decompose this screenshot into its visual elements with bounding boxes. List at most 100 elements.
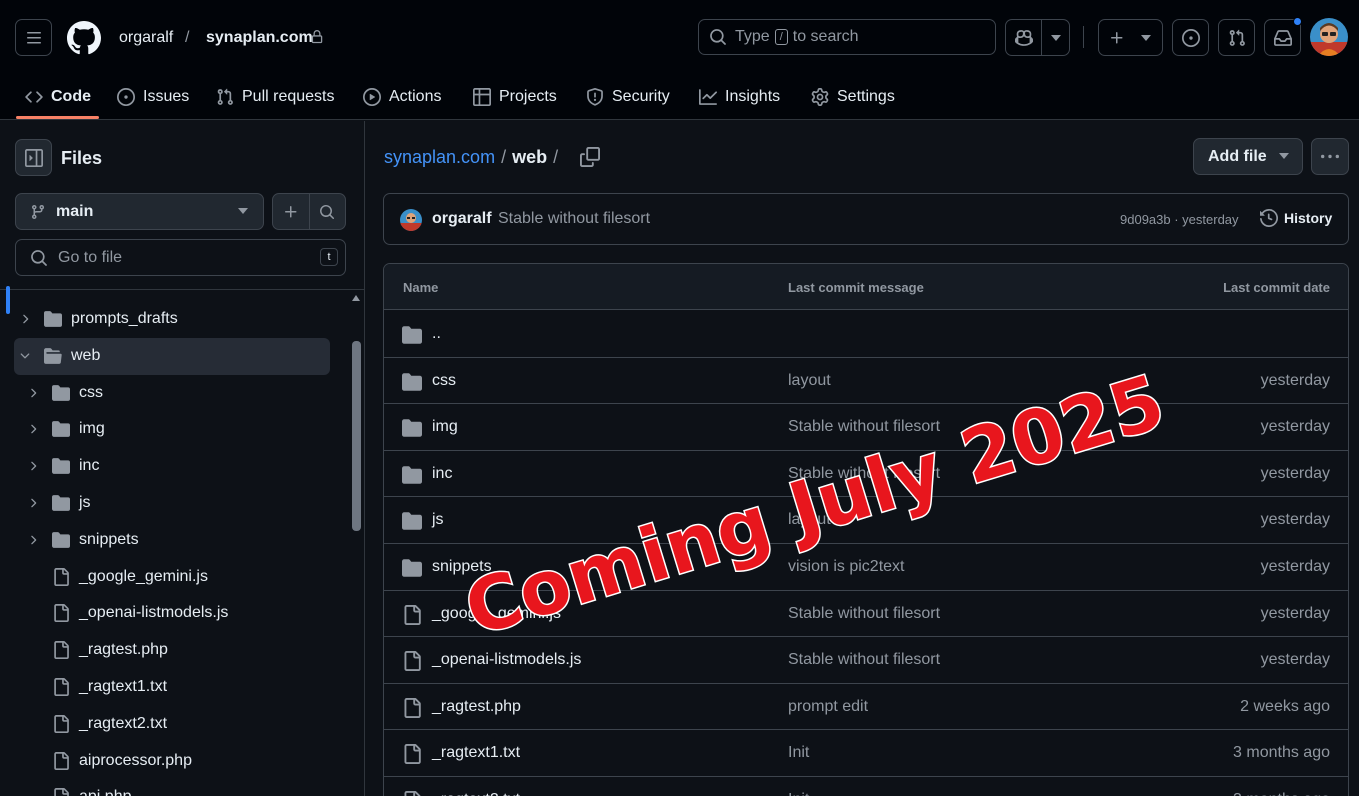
tree-folder-item[interactable]: img [0,411,340,448]
file-table-row[interactable]: .. [384,311,1348,358]
create-new-button[interactable] [1098,19,1163,56]
tree-file-item[interactable]: _ragtest.php [0,632,340,669]
file-table-row[interactable]: _openai-listmodels.js Stable without file… [384,637,1348,684]
file-name-link[interactable]: _google_gemini.js [432,605,561,623]
commit-message-link[interactable]: Stable without filesort [788,651,940,669]
tree-folder-item[interactable]: prompts_drafts [0,301,340,338]
commit-message-link[interactable]: vision is pic2text [788,558,905,576]
chevron-right-icon[interactable] [26,533,40,547]
inbox-icon [1273,29,1292,46]
tree-file-item[interactable]: aiprocessor.php [0,743,340,780]
tree-file-item[interactable]: _openai-listmodels.js [0,595,340,632]
collapse-sidebar-button[interactable] [15,139,52,176]
tree-folder-item[interactable]: inc [0,448,340,485]
branch-name: main [56,202,94,220]
breadcrumb-current-dir: web [512,147,548,167]
tree-file-item[interactable]: _google_gemini.js [0,559,340,596]
chevron-right-icon[interactable] [26,459,40,473]
commit-message-link[interactable]: layout [788,372,831,390]
tab-projects[interactable]: Projects [473,74,557,120]
latest-commit-box: orgaralf Stable without filesort 9d09a3b… [383,193,1349,245]
tab-security[interactable]: Security [586,74,670,120]
copilot-button[interactable] [1005,19,1070,56]
file-name-link[interactable]: _ragtext1.txt [432,744,520,762]
file-table-row[interactable]: inc Stable without filesort yesterday [384,451,1348,498]
tree-item-label: _ragtest.php [79,641,168,659]
commit-message-link[interactable]: Stable without filesort [788,465,940,483]
file-name-link[interactable]: img [432,418,458,436]
issue-opened-icon [1181,28,1200,47]
tree-folder-item[interactable]: snippets [0,522,340,559]
code-icon [25,91,43,103]
commit-message-link[interactable]: Stable without filesort [788,418,940,436]
tab-actions[interactable]: Actions [363,74,441,120]
branch-selector[interactable]: main [15,193,264,230]
tree-folder-item[interactable]: css [0,375,340,412]
scrollbar-thumb[interactable] [352,341,361,531]
user-avatar[interactable] [1310,18,1348,56]
file-table-row[interactable]: _ragtext1.txt Init 3 months ago [384,730,1348,777]
tab-issues[interactable]: Issues [117,74,189,120]
search-icon[interactable] [319,204,335,220]
copy-path-icon[interactable] [580,147,600,167]
hamburger-menu-button[interactable] [15,19,52,56]
file-name-link[interactable]: _ragtext2.txt [432,791,520,796]
commit-author-avatar[interactable] [400,209,422,231]
file-name-link[interactable]: .. [432,325,441,343]
file-name-link[interactable]: _ragtest.php [432,698,521,716]
commit-message-link[interactable]: layout [788,511,831,529]
history-button[interactable]: History [1260,209,1332,227]
file-name-link[interactable]: snippets [432,558,492,576]
file-table-row[interactable]: _google_gemini.js Stable without filesort… [384,591,1348,638]
commit-message-link[interactable]: Stable without filesort [788,605,940,623]
file-table-row[interactable]: _ragtest.php prompt edit 2 weeks ago [384,684,1348,731]
commit-message-link[interactable]: Init [788,791,809,796]
search-prefix-text: Type [735,28,770,45]
chevron-right-icon[interactable] [18,312,32,326]
add-file-plus-icon[interactable] [283,204,299,220]
tab-insights[interactable]: Insights [699,74,780,120]
tree-item-label: snippets [79,530,139,548]
file-table-row[interactable]: _ragtext2.txt Init 3 months ago [384,777,1348,796]
global-search-input[interactable]: Type / to search [698,19,996,55]
tree-file-item[interactable]: _ragtext1.txt [0,669,340,706]
github-logo-icon[interactable] [67,21,101,55]
chevron-right-icon[interactable] [26,422,40,436]
commit-author-link[interactable]: orgaralf [432,210,492,228]
more-options-button[interactable] [1311,138,1349,175]
chevron-right-icon[interactable] [26,386,40,400]
commit-message-link[interactable]: Init [788,744,809,762]
tree-file-item[interactable]: _ragtext2.txt [0,706,340,743]
file-name-link[interactable]: css [432,372,456,390]
commit-message-link[interactable]: Stable without filesort [498,210,650,228]
file-name-link[interactable]: inc [432,465,452,483]
tab-label: Settings [837,88,895,105]
chevron-down-icon[interactable] [1050,34,1062,42]
tree-folder-item[interactable]: web [14,337,330,375]
commit-hash-time[interactable]: 9d09a3b · yesterday [1120,212,1239,227]
chevron-down-icon[interactable] [18,349,32,363]
issue-opened-icon [117,88,135,106]
commit-message-link[interactable]: prompt edit [788,698,868,716]
tab-code[interactable]: Code [25,74,91,120]
tab-settings[interactable]: Settings [811,74,895,120]
add-file-button[interactable]: Add file [1193,138,1303,175]
file-name-link[interactable]: _openai-listmodels.js [432,651,581,669]
chevron-down-icon [238,208,248,214]
file-table-row[interactable]: img Stable without filesort yesterday [384,404,1348,451]
chevron-right-icon[interactable] [26,496,40,510]
file-table-row[interactable]: css layout yesterday [384,358,1348,405]
go-to-file-input[interactable]: Go to file t [15,239,346,276]
file-table-row[interactable]: snippets vision is pic2text yesterday [384,544,1348,591]
file-name-link[interactable]: js [432,511,444,529]
tab-pull-requests[interactable]: Pull requests [216,74,335,120]
tree-file-item[interactable]: api.php [0,779,340,796]
scroll-up-arrow-icon[interactable] [351,294,361,302]
file-table-row[interactable]: js layout yesterday [384,497,1348,544]
repo-owner-link[interactable]: orgaralf [119,28,173,48]
repo-name-link[interactable]: synaplan.com [206,28,313,48]
breadcrumb-repo-link[interactable]: synaplan.com [384,147,495,168]
tree-folder-item[interactable]: js [0,485,340,522]
issues-button[interactable] [1172,19,1209,56]
pull-requests-button[interactable] [1218,19,1255,56]
